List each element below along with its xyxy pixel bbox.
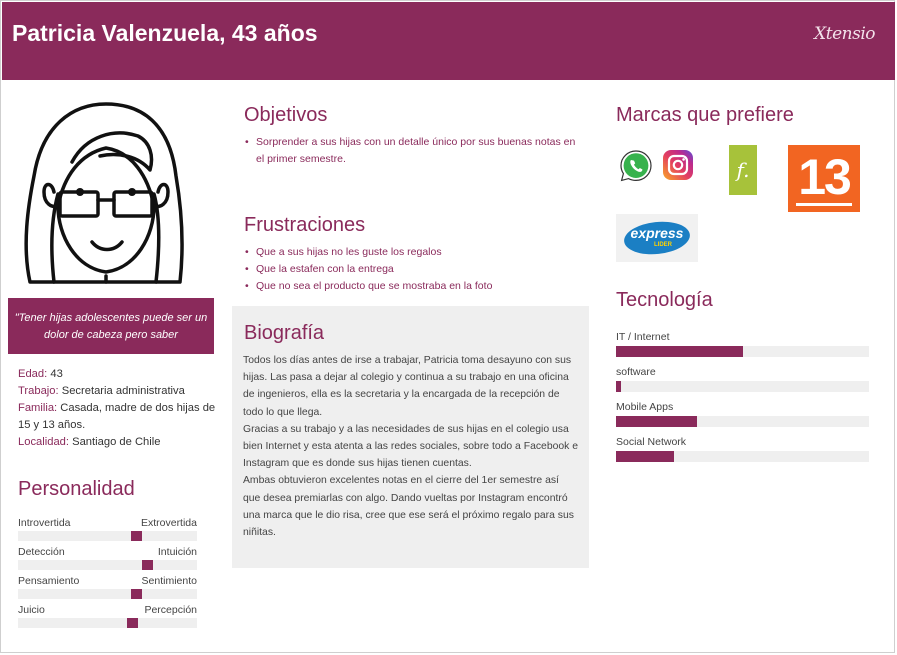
tech-label: IT / Internet <box>616 331 670 343</box>
trait-marker <box>142 560 154 570</box>
trait-left-label: Pensamiento <box>18 575 80 587</box>
biography-title: Biografía <box>244 322 325 344</box>
persona-title: Patricia Valenzuela, 43 años <box>12 20 318 46</box>
trait-marker <box>130 531 142 541</box>
info-job: Trabajo: Secretaria administrativa <box>18 383 218 400</box>
trait-track <box>18 618 197 628</box>
trait-left-label: Detección <box>18 546 65 558</box>
header: Patricia Valenzuela, 43 años Xtensio <box>2 2 895 80</box>
info-value: Santiago de Chile <box>69 436 161 448</box>
frustrations-title: Frustraciones <box>244 214 366 236</box>
technology-bar: Mobile Apps <box>616 401 869 431</box>
bio-paragraph: Gracias a su trabajo y a las necesidades… <box>243 423 579 470</box>
frustration-item: Que a sus hijas no les guste los regalos <box>245 244 586 261</box>
info-location: Localidad: Santiago de Chile <box>18 434 218 451</box>
trait-track <box>18 589 197 599</box>
tech-fill <box>616 346 743 357</box>
falabella-icon: f. <box>729 145 757 195</box>
canal13-logo-text: 13 <box>798 149 852 205</box>
trait-track <box>18 531 197 541</box>
bio-paragraph: Todos los días antes de irse a trabajar,… <box>243 355 572 418</box>
tech-fill <box>616 381 622 392</box>
objective-item: Sorprender a sus hijas con un detalle ún… <box>245 134 586 168</box>
tech-label: Mobile Apps <box>616 401 674 413</box>
persona-info: Edad: 43 Trabajo: Secretaria administrat… <box>18 366 218 451</box>
trait-marker <box>127 618 139 628</box>
canal13-underline <box>796 203 852 206</box>
personality-slider: Pensamiento Sentimiento <box>18 575 197 605</box>
info-label: Familia: <box>18 402 58 414</box>
frustration-item: Que la estafen con la entrega <box>245 261 586 278</box>
objectives-list: Sorprender a sus hijas con un detalle ún… <box>244 134 586 168</box>
tech-fill <box>616 451 675 462</box>
persona-avatar <box>14 96 196 292</box>
bio-paragraph: Ambas obtuvieron excelentes notas en el … <box>243 475 574 539</box>
tech-track <box>616 416 869 427</box>
frustration-item: Que no sea el producto que se mostraba e… <box>245 278 586 295</box>
brand-logo: Xtensio <box>814 24 875 44</box>
brands-title: Marcas que prefiere <box>616 104 794 126</box>
avatar-illustration <box>24 102 184 284</box>
persona-quote: "Tener hijas adolescentes puede ser un d… <box>8 298 214 354</box>
info-label: Edad: <box>18 368 48 380</box>
trait-track <box>18 560 197 570</box>
technology-bar: software <box>616 366 869 396</box>
tech-label: software <box>616 366 656 378</box>
trait-right-label: Sentimiento <box>141 575 197 587</box>
frustrations-list: Que a sus hijas no les guste los regalos… <box>244 244 586 295</box>
tech-label: Social Network <box>616 436 687 448</box>
personality-slider: Juicio Percepción <box>18 604 197 634</box>
express-lider-icon: express LIDER <box>616 214 698 262</box>
info-age: Edad: 43 <box>18 366 218 383</box>
info-family: Familia: Casada, madre de dos hijas de 1… <box>18 400 218 434</box>
canal13-icon: 13 <box>788 145 860 212</box>
trait-marker <box>130 589 142 599</box>
express-logo-text: express <box>630 225 684 241</box>
trait-left-label: Juicio <box>18 604 45 616</box>
info-label: Trabajo: <box>18 385 59 397</box>
technology-title: Tecnología <box>616 289 713 311</box>
trait-right-label: Extrovertida <box>140 517 197 529</box>
personality-title: Personalidad <box>18 478 135 500</box>
info-label: Localidad: <box>18 436 70 448</box>
tech-track <box>616 451 869 462</box>
instagram-icon <box>663 150 693 180</box>
biography-text: Todos los días antes de irse a trabajar,… <box>243 352 579 541</box>
personality-slider: Introvertida Extrovertida <box>18 517 197 547</box>
trait-right-label: Percepción <box>144 604 197 616</box>
tech-fill <box>616 416 697 427</box>
lider-logo-text: LIDER <box>654 242 672 248</box>
personality-slider: Detección Intuición <box>18 546 197 576</box>
trait-left-label: Introvertida <box>18 517 71 529</box>
info-value: Secretaria administrativa <box>58 385 185 397</box>
tech-track <box>616 346 869 357</box>
biography-panel: Biografía Todos los días antes de irse a… <box>232 306 589 568</box>
falabella-logo-text: f. <box>736 158 750 182</box>
trait-right-label: Intuición <box>157 546 197 558</box>
info-value: 43 <box>47 368 63 380</box>
whatsapp-icon <box>618 148 654 184</box>
tech-track <box>616 381 869 392</box>
technology-bar: Social Network <box>616 436 869 466</box>
technology-bar: IT / Internet <box>616 331 869 361</box>
objectives-title: Objetivos <box>244 104 328 126</box>
